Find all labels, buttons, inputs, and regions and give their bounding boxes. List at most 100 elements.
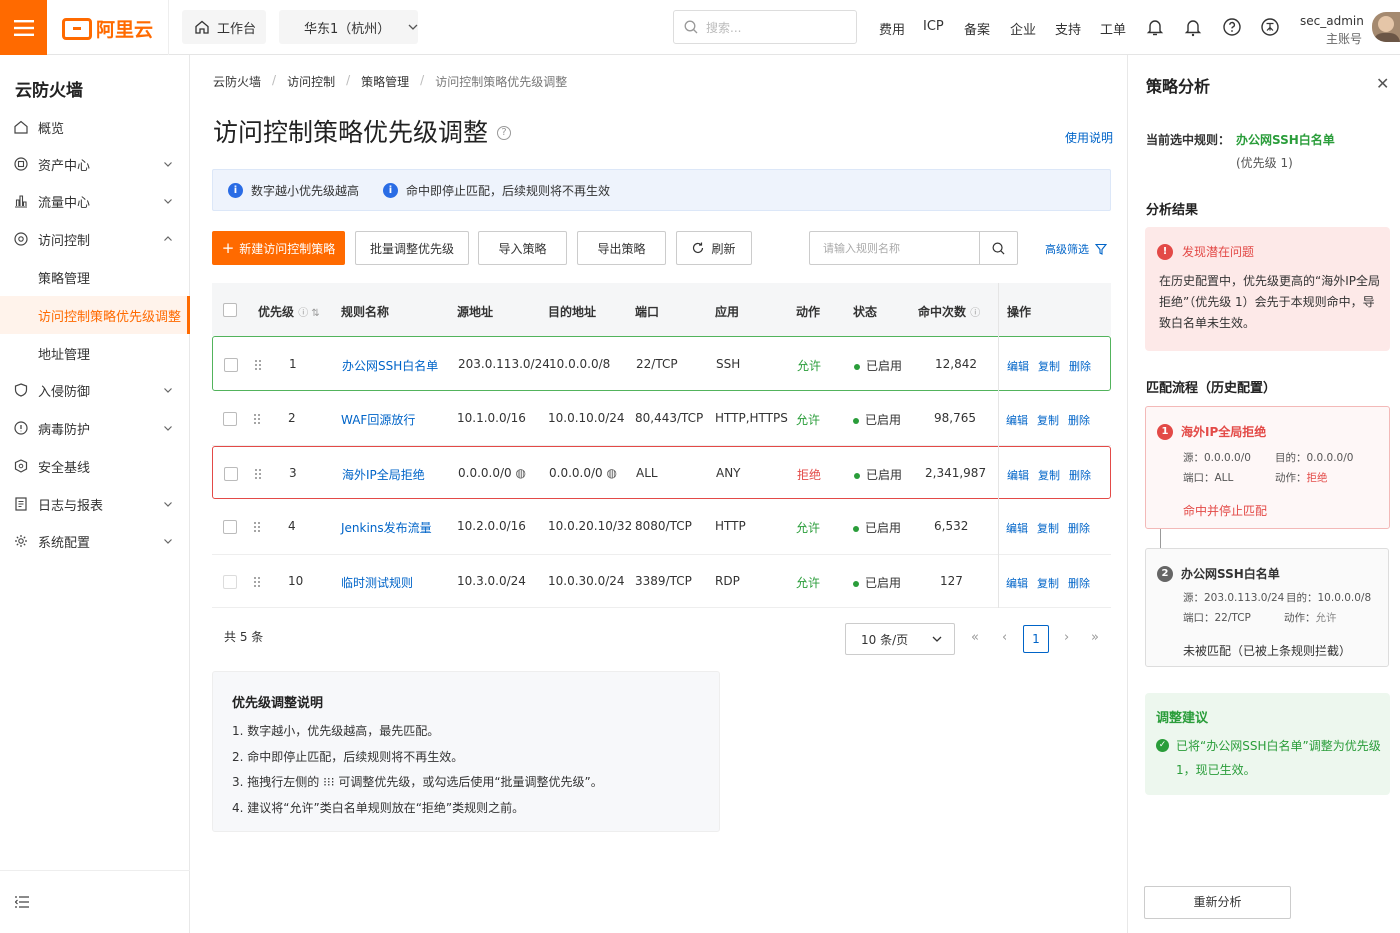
delete-link[interactable]: 删除 (1068, 412, 1090, 428)
sidebar-item-priority-adjust[interactable]: 访问控制策略优先级调整 (0, 296, 190, 334)
nav-filing[interactable]: 备案 (964, 19, 990, 38)
breadcrumb-item[interactable]: 访问控制 (287, 73, 335, 90)
sidebar-item-virus[interactable]: 病毒防护 (0, 409, 190, 447)
prev-page-button[interactable]: ‹ (1002, 630, 1007, 645)
reanalyze-button[interactable]: 重新分析 (1144, 886, 1291, 919)
last-page-button[interactable]: » (1091, 630, 1099, 645)
region-select[interactable]: 华东1（杭州） (279, 10, 418, 44)
edit-link[interactable]: 编辑 (1006, 575, 1028, 591)
edit-link[interactable]: 编辑 (1007, 358, 1029, 374)
table-row[interactable]: 2 WAF回源放行 10.1.0.0/16 10.0.10.0/24 80,443/TC… (212, 391, 1111, 446)
note-item: 3. 拖拽行左侧的 ⁝⁝⁝ 可调整优先级，或勾选后使用“批量调整优先级”。 (232, 775, 603, 789)
help-doc-link[interactable]: 使用说明 (1065, 129, 1113, 146)
nav-icp[interactable]: ICP (923, 19, 944, 34)
first-page-button[interactable]: « (971, 630, 979, 645)
user-menu[interactable]: sec_admin 主账号 (1300, 12, 1364, 48)
copy-link[interactable]: 复制 (1038, 358, 1060, 374)
row-checkbox[interactable] (224, 358, 238, 372)
next-page-button[interactable]: › (1064, 630, 1069, 645)
nav-fees[interactable]: 费用 (879, 19, 905, 38)
table-row[interactable]: 1 办公网SSH白名单 203.0.113.0/24 10.0.0.0/8 22/TCP… (212, 336, 1111, 391)
page-size-select[interactable]: 10 条/页 (845, 623, 955, 655)
sidebar-item-intrusion[interactable]: 入侵防御 (0, 371, 190, 409)
sidebar-item-settings[interactable]: 系统配置 (0, 522, 190, 560)
menu-icon[interactable] (0, 0, 47, 55)
bell-icon[interactable] (1145, 17, 1165, 37)
batch-adjust-button[interactable]: 批量调整优先级 (355, 231, 469, 265)
sidebar-item-traffic[interactable]: 流量中心 (0, 182, 190, 220)
cell-rule-name[interactable]: 办公网SSH白名单 (342, 357, 438, 374)
cell-hits: 6,532 (934, 519, 969, 533)
status-dot (854, 363, 860, 370)
table-row[interactable]: 4 Jenkins发布流量 10.2.0.0/16 10.0.20.10/32 8080… (212, 499, 1111, 555)
drag-handle-icon[interactable] (253, 413, 261, 425)
close-icon[interactable]: ✕ (1376, 74, 1389, 93)
select-all-checkbox[interactable] (223, 303, 237, 317)
status-dot (853, 580, 859, 587)
delete-link[interactable]: 删除 (1068, 520, 1090, 536)
delete-link[interactable]: 删除 (1069, 358, 1091, 374)
cell-rule-name[interactable]: 海外IP全局拒绝 (342, 466, 425, 483)
chevron-down-icon (164, 162, 172, 167)
aliyun-logo[interactable]: 阿里云 (62, 15, 153, 42)
breadcrumb-item[interactable]: 云防火墙 (213, 73, 261, 90)
global-search-input[interactable]: 搜索... (673, 10, 857, 44)
search-button[interactable] (979, 232, 1017, 264)
edit-link[interactable]: 编辑 (1007, 467, 1029, 483)
copy-link[interactable]: 复制 (1038, 467, 1060, 483)
import-button[interactable]: 导入策略 (478, 231, 567, 265)
sidebar-item-overview[interactable]: 概览 (0, 108, 190, 146)
collapse-sidebar-icon[interactable] (15, 896, 29, 908)
help-icon[interactable] (1222, 17, 1242, 37)
cell-priority: 4 (288, 519, 296, 533)
cell-rule-name[interactable]: Jenkins发布流量 (341, 519, 432, 536)
export-button[interactable]: 导出策略 (577, 231, 666, 265)
workbench-button[interactable]: 工作台 (182, 10, 266, 44)
edit-link[interactable]: 编辑 (1006, 520, 1028, 536)
drag-handle-icon[interactable] (253, 576, 261, 588)
delete-link[interactable]: 删除 (1068, 575, 1090, 591)
nav-enterprise[interactable]: 企业 (1010, 19, 1036, 38)
sidebar-item-address-management[interactable]: 地址管理 (0, 334, 190, 372)
chevron-down-icon (932, 636, 942, 642)
table-row[interactable]: 3 海外IP全局拒绝 0.0.0.0/0 ◍ 0.0.0.0/0 ◍ ALL ANY 拒绝 已… (212, 446, 1111, 499)
copy-link[interactable]: 复制 (1037, 575, 1059, 591)
avatar[interactable] (1372, 12, 1400, 42)
column-header-priority[interactable]: 优先级 ⓘ ⇅ (258, 303, 320, 320)
edit-link[interactable]: 编辑 (1006, 412, 1028, 428)
row-checkbox[interactable] (223, 575, 237, 589)
nav-ticket[interactable]: 工单 (1100, 19, 1126, 38)
flow-step-card: 1 海外IP全局拒绝 源：0.0.0.0/0 目的：0.0.0.0/0 端口：A… (1145, 406, 1390, 529)
table-row[interactable]: 10 临时测试规则 10.3.0.0/24 10.0.30.0/24 3389/TCP R… (212, 555, 1111, 608)
sidebar-title: 云防火墙 (15, 81, 83, 101)
rule-search-input[interactable]: 请输入规则名称 (809, 231, 1018, 265)
copy-link[interactable]: 复制 (1037, 520, 1059, 536)
advanced-filter-link[interactable]: 高级筛选 (1045, 241, 1107, 257)
delete-link[interactable]: 删除 (1069, 467, 1091, 483)
sidebar-item-policy-management[interactable]: 策略管理 (0, 258, 190, 296)
drag-handle-icon[interactable] (254, 359, 262, 371)
page-number-current[interactable]: 1 (1023, 625, 1049, 653)
drag-handle-icon[interactable] (254, 468, 262, 480)
row-checkbox[interactable] (223, 412, 237, 426)
sidebar-item-baseline[interactable]: 安全基线 (0, 447, 190, 485)
breadcrumb-item[interactable]: 策略管理 (361, 73, 409, 90)
row-checkbox[interactable] (224, 467, 238, 481)
cell-rule-name[interactable]: WAF回源放行 (341, 411, 415, 428)
refresh-button[interactable]: 刷新 (676, 231, 752, 265)
drag-handle-icon[interactable] (253, 521, 261, 533)
globe-icon: ◍ (511, 466, 526, 480)
sidebar-item-logs[interactable]: 日志与报表 (0, 485, 190, 523)
nav-support[interactable]: 支持 (1055, 19, 1081, 38)
plus-icon: + (221, 239, 235, 257)
info-notice: i 数字越小优先级越高 i 命中即停止匹配，后续规则将不再生效 (212, 169, 1111, 211)
copy-link[interactable]: 复制 (1037, 412, 1059, 428)
sidebar-item-access-control[interactable]: 访问控制 (0, 220, 190, 258)
help-circle-icon[interactable]: ? (497, 126, 511, 140)
sidebar-item-assets[interactable]: 资产中心 (0, 145, 190, 183)
notification-icon[interactable] (1183, 17, 1203, 37)
language-icon[interactable] (1260, 17, 1280, 37)
row-checkbox[interactable] (223, 520, 237, 534)
cell-rule-name[interactable]: 临时测试规则 (341, 574, 413, 591)
new-policy-button[interactable]: + 新建访问控制策略 (212, 231, 345, 265)
